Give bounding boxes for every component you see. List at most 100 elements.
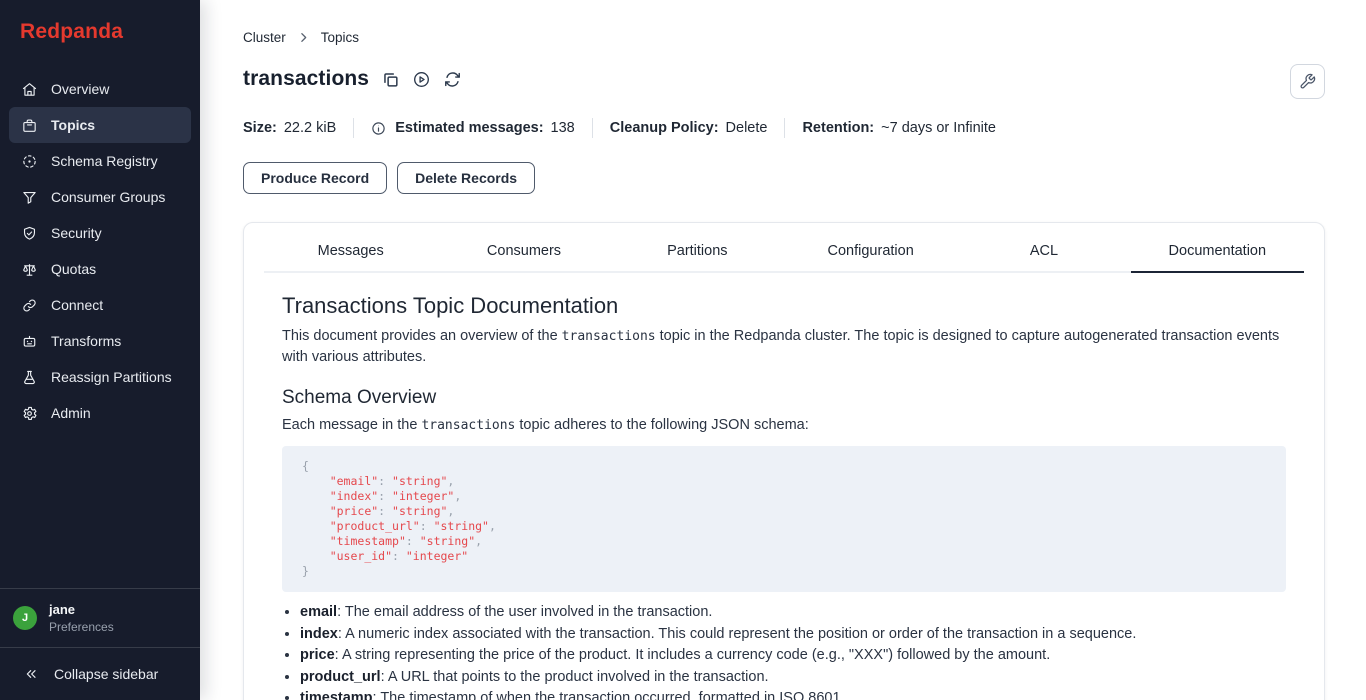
sidebar-item-label: Admin xyxy=(51,405,91,421)
produce-record-icon[interactable] xyxy=(412,70,431,89)
user-preferences-link[interactable]: Preferences xyxy=(49,620,114,634)
schema-intro: Each message in the transactions topic a… xyxy=(282,415,1286,436)
schema-overview-heading: Schema Overview xyxy=(282,387,1286,409)
field-item-index: index: A numeric index associated with t… xyxy=(300,624,1286,646)
field-description: A numeric index associated with the tran… xyxy=(345,626,1136,642)
filter-icon xyxy=(21,189,38,206)
collapse-sidebar-button[interactable]: Collapse sidebar xyxy=(0,647,200,700)
gear-icon xyxy=(21,405,38,422)
sidebar-item-overview[interactable]: Overview xyxy=(9,71,191,107)
refresh-icon[interactable] xyxy=(443,70,462,89)
json-schema-code-block: { "email": "string", "index": "integer",… xyxy=(282,446,1286,592)
sidebar-item-label: Security xyxy=(51,225,102,241)
field-item-email: email: The email address of the user inv… xyxy=(300,602,1286,624)
home-icon xyxy=(21,81,38,98)
sidebar-item-label: Topics xyxy=(51,117,95,133)
delete-records-button[interactable]: Delete Records xyxy=(397,162,535,194)
sidebar-item-reassign-partitions[interactable]: Reassign Partitions xyxy=(9,359,191,395)
stat-label: Size: xyxy=(243,120,277,136)
stat-divider xyxy=(592,118,593,138)
inline-code: transactions xyxy=(562,329,656,344)
stat-estimated-messages: Estimated messages: 138 xyxy=(371,120,575,136)
field-description: A URL that points to the product involve… xyxy=(388,669,769,685)
avatar: J xyxy=(13,606,37,630)
stat-value: Delete xyxy=(726,120,768,136)
schema-intro-text-2: topic adheres to the following JSON sche… xyxy=(515,417,808,433)
field-term: product_url xyxy=(300,669,381,685)
sidebar-item-consumer-groups[interactable]: Consumer Groups xyxy=(9,179,191,215)
sidebar-item-topics[interactable]: Topics xyxy=(9,107,191,143)
sidebar-item-security[interactable]: Security xyxy=(9,215,191,251)
topic-tabs: MessagesConsumersPartitionsConfiguration… xyxy=(264,223,1304,273)
topics-icon xyxy=(21,117,38,134)
sidebar-item-transforms[interactable]: Transforms xyxy=(9,323,191,359)
redpanda-logo[interactable]: Redpanda xyxy=(0,0,200,44)
tab-documentation[interactable]: Documentation xyxy=(1131,223,1304,273)
topic-title-row: transactions xyxy=(243,67,1325,91)
stat-value: 22.2 kiB xyxy=(284,120,336,136)
tab-consumers[interactable]: Consumers xyxy=(437,223,610,273)
sidebar-item-connect[interactable]: Connect xyxy=(9,287,191,323)
link-icon xyxy=(21,297,38,314)
field-term: index xyxy=(300,626,338,642)
field-term: email xyxy=(300,604,337,620)
user-info: jane Preferences xyxy=(49,602,114,634)
field-item-timestamp: timestamp: The timestamp of when the tra… xyxy=(300,688,1286,700)
tab-partitions[interactable]: Partitions xyxy=(611,223,784,273)
stat-label: Cleanup Policy: xyxy=(610,120,719,136)
sidebar-footer: J jane Preferences Collapse sidebar xyxy=(0,588,200,700)
breadcrumb: Cluster Topics xyxy=(243,30,1325,45)
wrench-icon xyxy=(1299,73,1316,90)
sidebar: Redpanda Overview Topics Schema Registry Co… xyxy=(0,0,200,700)
sidebar-item-label: Transforms xyxy=(51,333,121,349)
schema-intro-text: Each message in the xyxy=(282,417,421,433)
shield-icon xyxy=(21,225,38,242)
sidebar-item-label: Consumer Groups xyxy=(51,189,165,205)
sidebar-item-label: Schema Registry xyxy=(51,153,158,169)
robot-icon xyxy=(21,333,38,350)
schema-icon xyxy=(21,153,38,170)
info-icon xyxy=(371,121,386,136)
stat-cleanup-policy: Cleanup Policy: Delete xyxy=(610,120,768,136)
sidebar-item-label: Reassign Partitions xyxy=(51,369,172,385)
flask-icon xyxy=(21,369,38,386)
documentation-panel: Transactions Topic Documentation This do… xyxy=(244,273,1324,700)
sidebar-nav: Overview Topics Schema Registry Consumer Gr… xyxy=(0,71,200,431)
field-term: timestamp xyxy=(300,690,373,700)
sidebar-item-label: Overview xyxy=(51,81,109,97)
produce-record-button[interactable]: Produce Record xyxy=(243,162,387,194)
field-item-product-url: product_url: A URL that points to the pr… xyxy=(300,667,1286,689)
sidebar-item-quotas[interactable]: Quotas xyxy=(9,251,191,287)
tab-configuration[interactable]: Configuration xyxy=(784,223,957,273)
stat-value: 138 xyxy=(551,120,575,136)
topic-stats: Size: 22.2 kiB Estimated messages: 138 Clean… xyxy=(243,118,1325,138)
field-item-price: price: A string representing the price o… xyxy=(300,645,1286,667)
sidebar-item-schema-registry[interactable]: Schema Registry xyxy=(9,143,191,179)
user-menu[interactable]: J jane Preferences xyxy=(0,588,200,647)
doc-heading: Transactions Topic Documentation xyxy=(282,293,1286,319)
topic-settings-button[interactable] xyxy=(1290,64,1325,99)
stat-label: Estimated messages: xyxy=(395,120,543,136)
scales-icon xyxy=(21,261,38,278)
breadcrumb-item-cluster[interactable]: Cluster xyxy=(243,30,286,45)
topic-actions: Produce Record Delete Records xyxy=(243,162,1325,194)
collapse-sidebar-label: Collapse sidebar xyxy=(54,666,158,682)
sidebar-item-admin[interactable]: Admin xyxy=(9,395,191,431)
stat-size: Size: 22.2 kiB xyxy=(243,120,336,136)
field-description-list: email: The email address of the user inv… xyxy=(282,602,1286,700)
field-description: The timestamp of when the transaction oc… xyxy=(380,690,844,700)
sidebar-item-label: Quotas xyxy=(51,261,96,277)
field-description: A string representing the price of the p… xyxy=(342,647,1050,663)
stat-label: Retention: xyxy=(802,120,874,136)
main-content: Cluster Topics transactions Size: 22.2 kiB… xyxy=(200,0,1366,700)
stat-retention: Retention: ~7 days or Infinite xyxy=(802,120,996,136)
inline-code: transactions xyxy=(421,418,515,433)
breadcrumb-item-topics[interactable]: Topics xyxy=(321,30,359,45)
tab-acl[interactable]: ACL xyxy=(957,223,1130,273)
doc-intro-text: This document provides an overview of th… xyxy=(282,328,562,344)
stat-value: ~7 days or Infinite xyxy=(881,120,996,136)
copy-topic-name-icon[interactable] xyxy=(381,70,400,89)
tab-messages[interactable]: Messages xyxy=(264,223,437,273)
stat-divider xyxy=(353,118,354,138)
chevron-right-icon xyxy=(297,31,310,44)
